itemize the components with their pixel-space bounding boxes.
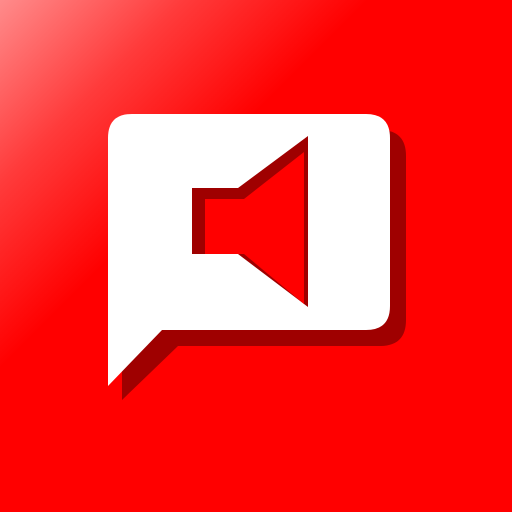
icon-artwork xyxy=(0,0,512,512)
app-icon xyxy=(0,0,512,512)
